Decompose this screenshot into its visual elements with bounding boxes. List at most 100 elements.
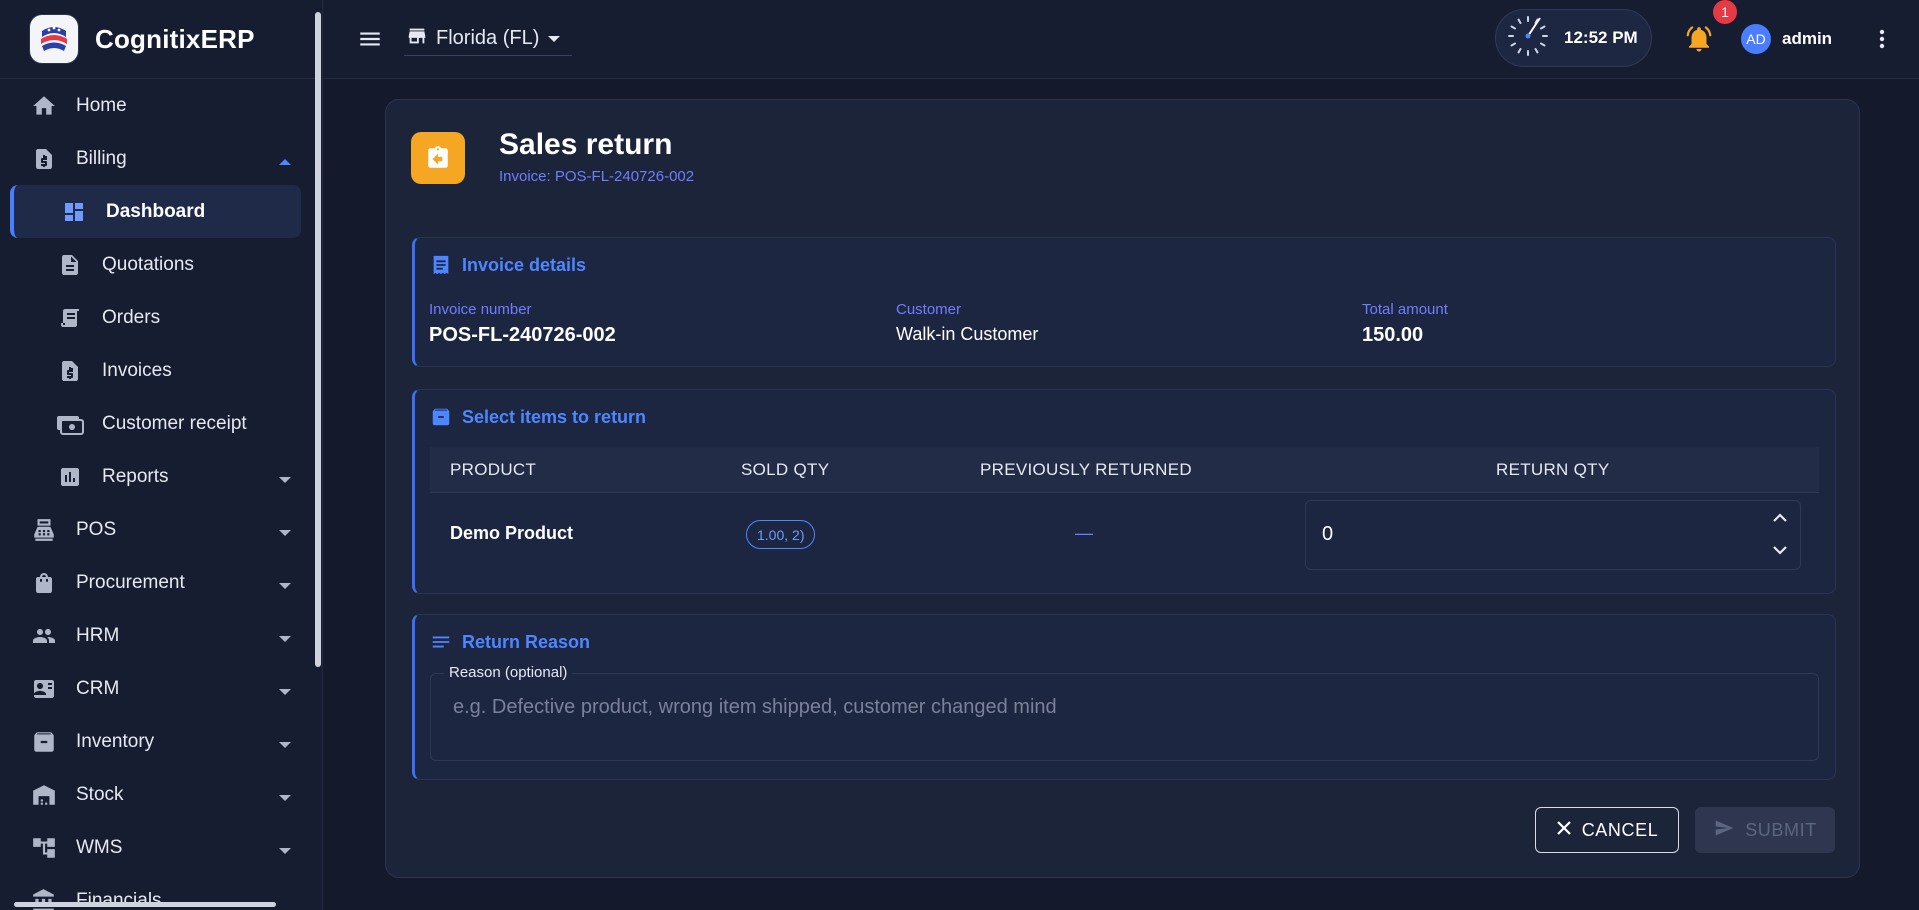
sidebar-horizontal-scrollbar[interactable]: [0, 898, 313, 910]
archive-icon: [430, 406, 452, 428]
chevron-down-icon: [278, 840, 292, 862]
dashboard-icon: [60, 198, 88, 226]
sidebar-item-quotations[interactable]: Quotations: [0, 238, 322, 291]
previously-returned-value: —: [1075, 523, 1093, 543]
receipt-long-icon: [430, 254, 452, 276]
section-heading: Invoice details: [430, 254, 586, 276]
column-header: PREVIOUSLY RETURNED: [980, 460, 1192, 479]
notes-icon: [430, 631, 452, 653]
sidebar-item-label: Home: [76, 94, 127, 116]
menu-icon[interactable]: [357, 26, 383, 57]
sidebar-item-crm[interactable]: CRM: [0, 662, 322, 715]
sidebar-item-wms[interactable]: WMS: [0, 821, 322, 874]
invoice-icon: [56, 357, 84, 385]
clock-widget: 12:52 PM: [1495, 9, 1652, 67]
total-amount-label: Total amount: [1362, 301, 1448, 318]
sidebar-item-label: POS: [76, 518, 117, 540]
reason-label: Reason (optional): [444, 664, 573, 681]
warehouse-icon: [30, 781, 58, 809]
send-icon: [1713, 818, 1735, 843]
chevron-down-icon[interactable]: [1772, 543, 1788, 561]
cash-register-icon: [30, 516, 58, 544]
scrollbar-thumb[interactable]: [14, 902, 276, 907]
billing-icon: [30, 145, 58, 173]
hierarchy-icon: [30, 834, 58, 862]
store-selector[interactable]: Florida (FL): [404, 22, 572, 56]
page-subtitle: Invoice: POS-FL-240726-002: [499, 168, 695, 185]
bell-icon[interactable]: [1684, 24, 1714, 59]
clock-time: 12:52 PM: [1564, 28, 1638, 47]
chevron-up-icon: [278, 151, 292, 173]
section-heading: Select items to return: [430, 406, 646, 428]
sidebar-item-procurement[interactable]: Procurement: [0, 556, 322, 609]
customer-label: Customer: [896, 301, 962, 318]
sidebar-item-hrm[interactable]: HRM: [0, 609, 322, 662]
section-heading-label: Invoice details: [462, 254, 587, 275]
section-heading-label: Select items to return: [462, 406, 647, 427]
sales-return-card: Sales return Invoice: POS-FL-240726-002 …: [385, 99, 1860, 878]
sidebar-item-pos[interactable]: POS: [0, 503, 322, 556]
avatar: AD: [1741, 24, 1771, 54]
page-title: Sales return: [499, 128, 673, 161]
document-icon: [56, 251, 84, 279]
bar-chart-icon: [56, 463, 84, 491]
brand-name: CognitixERP: [95, 23, 255, 54]
user-menu[interactable]: AD admin: [1741, 24, 1832, 54]
chevron-down-icon: [278, 787, 292, 809]
sold-qty-chip: 1.00, 2): [746, 520, 816, 549]
customer-field: Customer Walk-in Customer: [896, 301, 1038, 345]
sidebar-item-label: CRM: [76, 677, 120, 699]
sidebar-item-orders[interactable]: Orders: [0, 291, 322, 344]
sidebar-item-billing[interactable]: Billing: [0, 132, 322, 185]
notification-badge: 1: [1713, 0, 1737, 24]
section-heading: Return Reason: [430, 631, 590, 653]
sidebar-item-label: HRM: [76, 624, 120, 646]
sidebar-scrollbar[interactable]: [313, 0, 322, 910]
sidebar-item-label: Dashboard: [106, 200, 206, 222]
chevron-down-icon: [278, 469, 292, 491]
section-heading-label: Return Reason: [462, 631, 591, 652]
assignment-return-icon: [411, 132, 465, 184]
cancel-button[interactable]: CANCEL: [1535, 807, 1679, 853]
sidebar-item-label: Stock: [76, 783, 124, 805]
sidebar-item-label: Billing: [76, 147, 127, 169]
payments-icon: [56, 410, 84, 438]
sidebar-item-label: WMS: [76, 836, 123, 858]
column-header: PRODUCT: [450, 460, 537, 479]
chevron-down-icon: [278, 628, 292, 650]
receipt-icon: [56, 304, 84, 332]
reason-textarea[interactable]: Reason (optional) e.g. Defective product…: [430, 664, 1819, 761]
sidebar-item-label: Procurement: [76, 571, 185, 593]
sidebar-item-invoices[interactable]: Invoices: [0, 344, 322, 397]
more-vert-icon[interactable]: [1870, 26, 1894, 57]
customer-value: Walk-in Customer: [896, 324, 1039, 344]
chevron-down-icon: [278, 575, 292, 597]
sidebar-item-home[interactable]: Home: [0, 79, 322, 132]
sidebar: CognitixERP Home Billing Dashboard Quota…: [0, 0, 323, 910]
invoice-number-field: Invoice number POS-FL-240726-002: [429, 301, 616, 347]
submit-button-label: SUBMIT: [1745, 819, 1817, 840]
invoice-details-section: Invoice details Invoice number POS-FL-24…: [412, 237, 1836, 367]
top-bar: Florida (FL) 12:52 PM 1 AD admin: [323, 0, 1919, 79]
sidebar-item-inventory[interactable]: Inventory: [0, 715, 322, 768]
chevron-down-icon: [278, 734, 292, 756]
clock-icon: [1506, 14, 1550, 63]
sidebar-item-label: Orders: [102, 306, 161, 328]
sidebar-item-label: Reports: [102, 465, 169, 487]
return-qty-value: 0: [1322, 523, 1334, 545]
items-section: Select items to return PRODUCT SOLD QTY …: [412, 389, 1836, 594]
chevron-down-icon: [278, 681, 292, 703]
return-qty-input[interactable]: 0: [1305, 500, 1801, 570]
reason-placeholder: e.g. Defective product, wrong item shipp…: [453, 696, 1057, 718]
submit-button[interactable]: SUBMIT: [1695, 807, 1835, 853]
sidebar-item-reports[interactable]: Reports: [0, 450, 322, 503]
brand[interactable]: CognitixERP: [0, 0, 322, 79]
sidebar-item-dashboard[interactable]: Dashboard: [10, 185, 301, 238]
sidebar-item-stock[interactable]: Stock: [0, 768, 322, 821]
cancel-button-label: CANCEL: [1581, 819, 1659, 840]
store-name: Florida (FL): [436, 27, 540, 49]
chevron-up-icon[interactable]: [1772, 511, 1788, 529]
scrollbar-thumb[interactable]: [315, 12, 321, 667]
sidebar-item-customer-receipt[interactable]: Customer receipt: [0, 397, 322, 450]
archive-icon: [30, 728, 58, 756]
